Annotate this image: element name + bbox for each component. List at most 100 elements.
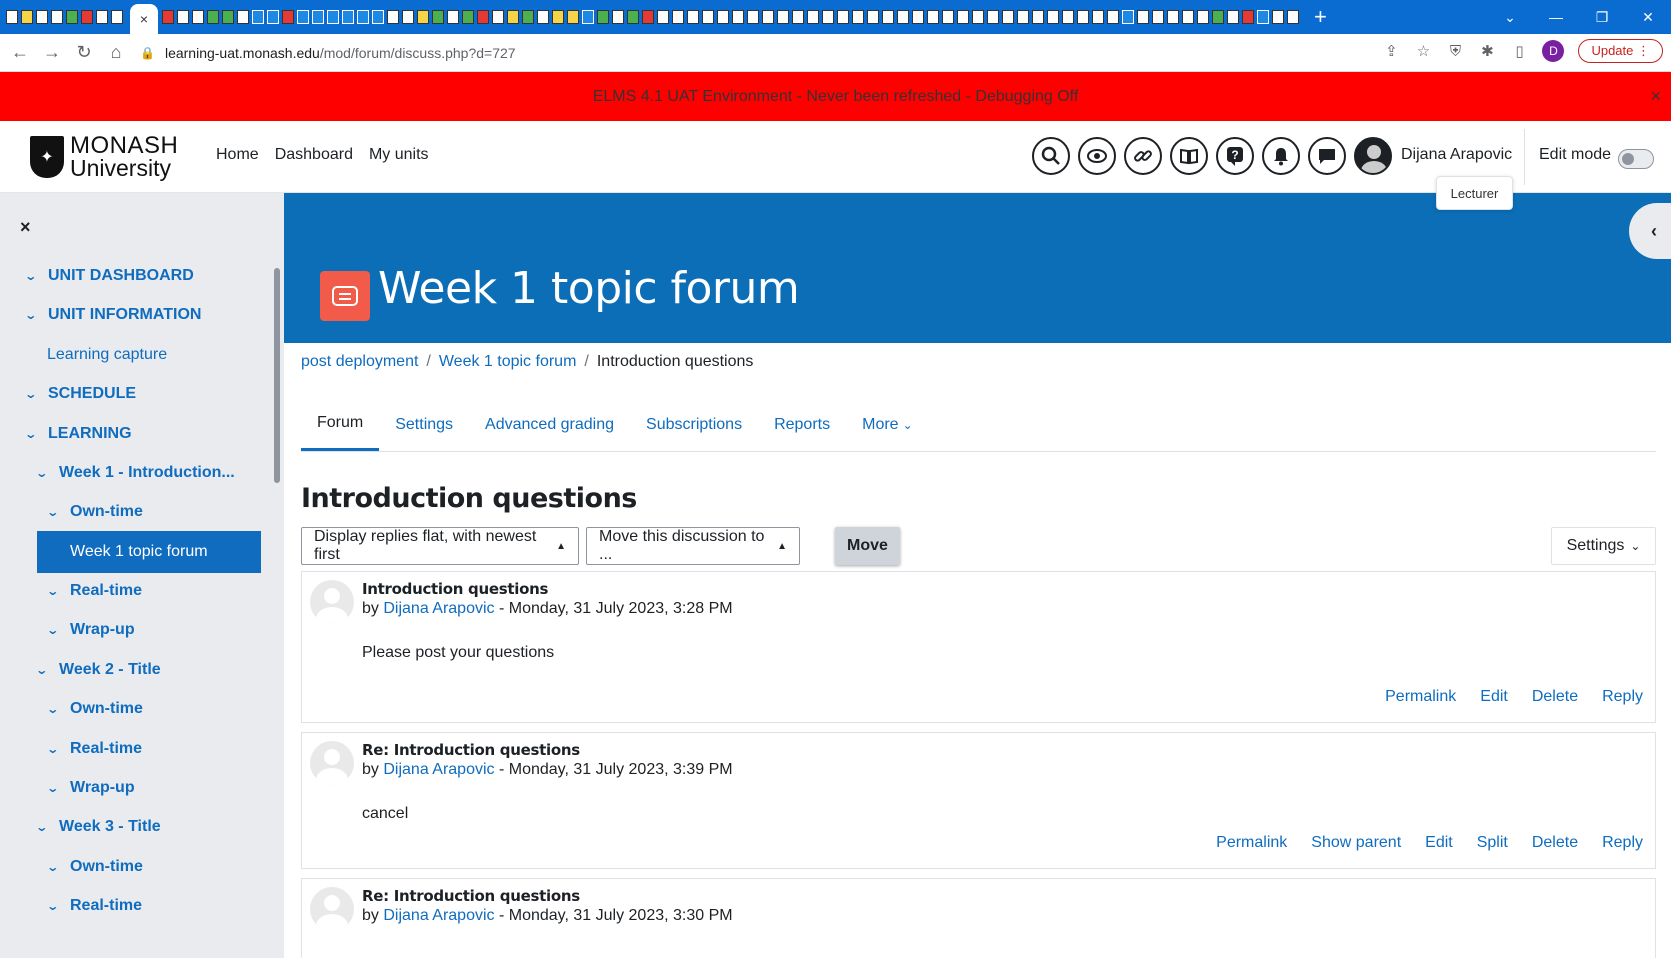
chevron-down-icon[interactable]: ⌄ — [24, 387, 40, 401]
tab-favicon[interactable] — [717, 10, 729, 24]
tab-favicon[interactable] — [81, 10, 93, 24]
tab-favicon[interactable] — [327, 10, 339, 24]
permalink-link[interactable]: Permalink — [1385, 688, 1456, 706]
author-avatar[interactable] — [310, 887, 354, 931]
shield-extension-icon[interactable]: ⛨ — [1446, 43, 1464, 60]
tab-favicon[interactable] — [1017, 10, 1029, 24]
search-icon[interactable] — [1032, 137, 1070, 175]
back-arrow-icon[interactable]: ← — [4, 42, 36, 63]
tab-favicon[interactable] — [852, 10, 864, 24]
chevron-down-icon[interactable]: ⌄ — [35, 663, 51, 677]
chevron-down-icon[interactable]: ⌄ — [46, 505, 62, 519]
tab-favicon[interactable] — [582, 10, 594, 24]
tab-favicon[interactable] — [192, 10, 204, 24]
nav-home[interactable]: Home — [216, 146, 259, 164]
display-mode-select[interactable]: Display replies flat, with newest first … — [301, 527, 579, 565]
tab-favicon[interactable] — [1137, 10, 1149, 24]
tab-forum[interactable]: Forum — [301, 398, 380, 451]
tab-favicon[interactable] — [1227, 10, 1239, 24]
tab-favicon[interactable] — [1107, 10, 1119, 24]
course-index-section[interactable]: ⌄ UNIT DASHBOARD — [24, 255, 194, 297]
banner-close-icon[interactable]: × — [1650, 86, 1661, 107]
tab-favicon[interactable] — [762, 10, 774, 24]
chevron-down-icon[interactable]: ⌄ — [46, 899, 62, 913]
breadcrumb-link[interactable]: Week 1 topic forum — [439, 353, 577, 371]
chevron-down-icon[interactable]: ⌄ — [46, 702, 62, 716]
permalink-link[interactable]: Permalink — [1216, 834, 1287, 852]
tab-reports[interactable]: Reports — [758, 398, 846, 451]
forward-arrow-icon[interactable]: → — [36, 42, 68, 63]
tab-favicon[interactable] — [942, 10, 954, 24]
tab-favicon[interactable] — [1272, 10, 1284, 24]
tab-favicon[interactable] — [612, 10, 624, 24]
post-author-link[interactable]: Dijana Arapovic — [383, 907, 494, 924]
tab-favicon[interactable] — [507, 10, 519, 24]
course-index-week[interactable]: ⌄ Week 3 - Title — [35, 806, 160, 848]
tab-favicon[interactable] — [777, 10, 789, 24]
discussion-settings-button[interactable]: Settings ⌄ — [1551, 527, 1656, 565]
course-index-week[interactable]: ⌄ Week 1 - Introduction... — [35, 452, 235, 494]
chevron-down-icon[interactable]: ⌄ — [46, 623, 62, 637]
tab-favicon[interactable] — [972, 10, 984, 24]
course-index-section[interactable]: ⌄ LEARNING — [24, 413, 131, 455]
tab-search-icon[interactable]: ⌄ — [1487, 9, 1533, 26]
tab-favicon[interactable] — [111, 10, 123, 24]
move-button[interactable]: Move — [835, 527, 900, 565]
user-avatar-icon[interactable] — [1354, 137, 1392, 175]
tab-favicon[interactable] — [372, 10, 384, 24]
lock-icon[interactable]: 🔒 — [140, 46, 155, 60]
tab-favicon[interactable] — [822, 10, 834, 24]
tab-favicon[interactable] — [462, 10, 474, 24]
course-index-subsection[interactable]: ⌄ Real-time — [46, 570, 142, 612]
split-link[interactable]: Split — [1477, 834, 1508, 852]
course-index-subsection[interactable]: ⌄ Own-time — [46, 491, 143, 533]
tab-favicon[interactable] — [222, 10, 234, 24]
course-index-subsection[interactable]: ⌄ Wrap-up — [46, 609, 134, 651]
tab-favicon[interactable] — [987, 10, 999, 24]
delete-link[interactable]: Delete — [1532, 834, 1578, 852]
tab-favicon[interactable] — [597, 10, 609, 24]
tab-close-icon[interactable]: × — [140, 11, 148, 27]
tab-favicon[interactable] — [552, 10, 564, 24]
browser-update-button[interactable]: Update ⋮ — [1578, 39, 1663, 63]
chevron-down-icon[interactable]: ⌄ — [46, 781, 62, 795]
tab-favicon[interactable] — [912, 10, 924, 24]
course-index-section[interactable]: ⌄ SCHEDULE — [24, 373, 136, 415]
messages-icon[interactable] — [1308, 137, 1346, 175]
edit-mode-toggle[interactable] — [1618, 149, 1654, 169]
tab-favicon[interactable] — [1287, 10, 1299, 24]
side-panel-icon[interactable]: ▯ — [1510, 42, 1528, 60]
tab-favicon[interactable] — [96, 10, 108, 24]
tab-favicon[interactable] — [792, 10, 804, 24]
tab-favicon[interactable] — [237, 10, 249, 24]
author-avatar[interactable] — [310, 580, 354, 624]
tab-favicon[interactable] — [297, 10, 309, 24]
course-index-subsection[interactable]: ⌄ Wrap-up — [46, 767, 134, 809]
accessibility-icon[interactable] — [1078, 137, 1116, 175]
tab-favicon[interactable] — [837, 10, 849, 24]
post-author-link[interactable]: Dijana Arapovic — [383, 761, 494, 778]
tab-favicon[interactable] — [702, 10, 714, 24]
tab-advanced-grading[interactable]: Advanced grading — [469, 398, 630, 451]
tab-favicon[interactable] — [492, 10, 504, 24]
tab-favicon[interactable] — [807, 10, 819, 24]
tab-favicon[interactable] — [1092, 10, 1104, 24]
course-index-subsection[interactable]: ⌄ Real-time — [46, 728, 142, 770]
tab-favicon[interactable] — [312, 10, 324, 24]
tab-favicon[interactable] — [1062, 10, 1074, 24]
tab-favicon[interactable] — [1182, 10, 1194, 24]
tab-favicon[interactable] — [672, 10, 684, 24]
tab-favicon[interactable] — [432, 10, 444, 24]
tab-favicon[interactable] — [1152, 10, 1164, 24]
share-icon[interactable]: ⇪ — [1382, 42, 1400, 60]
tab-favicon[interactable] — [177, 10, 189, 24]
tab-favicon[interactable] — [537, 10, 549, 24]
tab-favicon[interactable] — [567, 10, 579, 24]
chevron-down-icon[interactable]: ⌄ — [24, 269, 40, 283]
profile-avatar[interactable]: D — [1542, 40, 1565, 62]
edit-link[interactable]: Edit — [1480, 688, 1508, 706]
chevron-down-icon[interactable]: ⌄ — [46, 742, 62, 756]
chevron-down-icon[interactable]: ⌄ — [46, 860, 62, 874]
tab-favicon[interactable] — [6, 10, 18, 24]
tab-favicon[interactable] — [282, 10, 294, 24]
